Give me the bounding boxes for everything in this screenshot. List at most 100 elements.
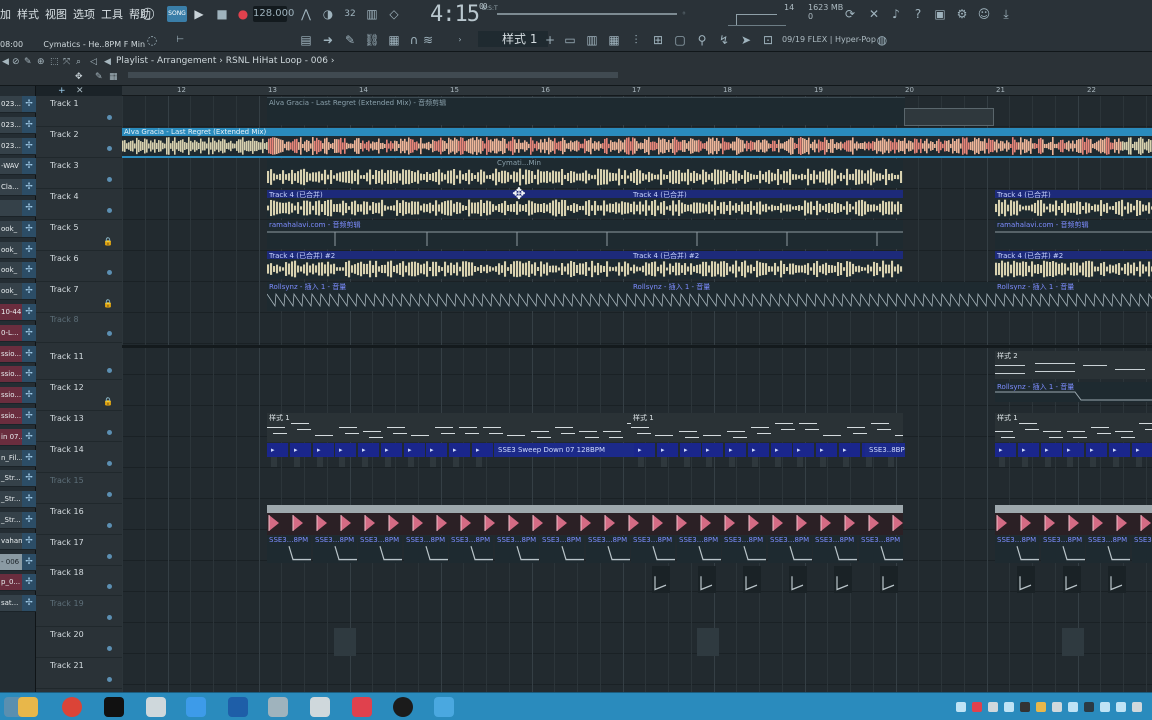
channel-button[interactable]: ssio... ✢	[0, 345, 36, 363]
track18-clip[interactable]	[834, 566, 852, 593]
track-header[interactable]: Track 14	[36, 442, 122, 473]
input-method-icon[interactable]	[1132, 702, 1142, 712]
track18-clip[interactable]	[1108, 566, 1126, 593]
track-enable-led[interactable]	[107, 270, 112, 275]
track6-clip-a-header[interactable]: Track 4 (已合并) #2	[267, 251, 631, 259]
track14-end-clip[interactable]: SSE3..8BPM	[865, 443, 905, 457]
track14-short-clip[interactable]: ▸	[748, 443, 769, 457]
forward-icon[interactable]: ➤	[738, 32, 754, 48]
channel-select-icon[interactable]: ✢	[22, 512, 36, 528]
track16-clip-b[interactable]	[995, 505, 1152, 535]
channel-button[interactable]: p_0... ✢	[0, 574, 36, 592]
channel-button[interactable]: sat... ✢	[0, 595, 36, 613]
channel-select-icon[interactable]: ✢	[22, 220, 36, 237]
track-enable-led[interactable]	[107, 492, 112, 497]
speaker-icon[interactable]: ◀	[104, 57, 111, 67]
track14-short-clip[interactable]: ▸	[771, 443, 792, 457]
track5-automation-clip-b[interactable]: ramahalavi.com - 音频剪辑	[995, 220, 1152, 249]
channel-button[interactable]: 0-L... ✢	[0, 324, 36, 342]
channel-select-icon[interactable]: ✢	[22, 470, 36, 487]
playback-tool-icon[interactable]: ◁	[90, 57, 97, 67]
track-header[interactable]: Track 15	[36, 473, 122, 504]
track18-clip[interactable]	[698, 566, 716, 593]
channel-select-icon[interactable]: ✢	[22, 532, 36, 549]
channel-select-icon[interactable]: ✢	[22, 428, 36, 445]
track17-clip[interactable]: SSE3...8PM	[404, 536, 448, 563]
tray-icon-4[interactable]	[1020, 702, 1030, 712]
track17-clip[interactable]: SSE3...8PM	[1132, 536, 1152, 563]
track13-pattern-clip-b[interactable]: 样式 1	[631, 413, 903, 442]
grid-icon[interactable]: ▦	[109, 72, 118, 82]
track-header[interactable]: Track 18	[36, 565, 122, 596]
timeline-ruler[interactable]: 12 13 14 15 16 17 18 19 20 21 22	[122, 86, 1152, 96]
track14-short-clip[interactable]: ▸	[404, 443, 425, 457]
track-enable-led[interactable]	[107, 584, 112, 589]
record-button[interactable]: ●	[235, 6, 251, 22]
channel-button[interactable]: _Str... ✢	[0, 470, 36, 488]
scroll-left-icon[interactable]: ◀	[2, 57, 9, 67]
channel-button[interactable]: ssio... ✢	[0, 387, 36, 405]
track13-pattern-clip-c[interactable]: 样式 1	[995, 413, 1152, 442]
channel-button[interactable]: - 006 ✢	[0, 553, 36, 571]
zoom-tool-icon[interactable]: ⌕	[76, 57, 81, 67]
track11-pattern-clip[interactable]: 样式 2	[995, 351, 1152, 379]
channel-button[interactable]: vahan... ✢	[0, 532, 36, 550]
slip-tool-icon[interactable]: ⤧	[63, 57, 70, 67]
track4-clip-a-header[interactable]: Track 4 (已合并)	[267, 190, 631, 198]
track16-clip[interactable]	[267, 505, 903, 535]
tray-icon-2[interactable]	[988, 702, 998, 712]
channel-rack-icon[interactable]: ▦	[606, 32, 622, 48]
track17-clip[interactable]: SSE3...8PM	[995, 536, 1039, 563]
channel-select-icon[interactable]: ✢	[22, 96, 36, 112]
song-position-slider[interactable]	[497, 13, 677, 15]
channel-select-icon[interactable]: ✢	[22, 137, 36, 154]
track18-clip[interactable]	[880, 566, 898, 593]
track4-audio-clip[interactable]	[267, 198, 903, 218]
snap-arrow-icon[interactable]: ›	[452, 32, 468, 48]
track-header[interactable]: Track 21	[36, 658, 122, 689]
track-enable-led[interactable]	[107, 677, 112, 682]
track-enable-led[interactable]	[107, 554, 112, 559]
track13-pattern-clip-a[interactable]: 样式 1	[267, 413, 631, 442]
track17-clip[interactable]: SSE3...8PM	[813, 536, 857, 563]
channel-select-icon[interactable]: ✢	[22, 366, 36, 383]
track18-clip[interactable]	[789, 566, 807, 593]
track18-clip[interactable]	[1063, 566, 1081, 593]
track-enable-led[interactable]	[107, 461, 112, 466]
channel-button[interactable]: n_Fil... ✢	[0, 449, 36, 467]
track-header[interactable]: Track 1	[36, 96, 122, 127]
qq-icon[interactable]	[104, 697, 124, 717]
song-pattern-toggle[interactable]: SONG	[167, 6, 187, 22]
track-header[interactable]: Track 6	[36, 251, 122, 282]
netease-music-icon[interactable]	[352, 697, 372, 717]
channel-select-icon[interactable]: ✢	[22, 200, 36, 216]
track-header[interactable]: Track 12 🔒	[36, 380, 122, 411]
channel-button[interactable]: ook_ ✢	[0, 220, 36, 238]
track-header[interactable]: Track 4	[36, 189, 122, 220]
track-enable-led[interactable]	[107, 177, 112, 182]
track17-clip[interactable]: SSE3...8PM	[859, 536, 903, 563]
tempo-display[interactable]: 128.000	[253, 6, 294, 22]
track14-short-clip[interactable]: ▸	[1109, 443, 1130, 457]
track14-short-clip[interactable]: ▸	[335, 443, 356, 457]
channel-button[interactable]: 023... ✢	[0, 96, 36, 113]
chat-icon[interactable]: ☺	[976, 6, 992, 22]
track14-short-clip[interactable]: ▸	[472, 443, 493, 457]
track14-short-clip[interactable]: ▸	[995, 443, 1016, 457]
track14-short-clip[interactable]: ▸	[725, 443, 746, 457]
track12-automation-clip[interactable]: Rollsynz - 插入 1 - 音量	[995, 382, 1152, 402]
fl-studio-icon[interactable]	[434, 697, 454, 717]
track6-clip-b-header[interactable]: Track 4 (已合并) #2	[631, 251, 903, 259]
track-enable-led[interactable]	[107, 368, 112, 373]
brush-tool-icon[interactable]: ✎	[342, 32, 358, 48]
lock-icon[interactable]: 🔒	[103, 397, 113, 406]
channel-select-icon[interactable]: ✢	[22, 179, 36, 196]
track-header[interactable]: Track 19	[36, 596, 122, 627]
channel-select-icon[interactable]: ✢	[22, 304, 36, 320]
track14-short-clip[interactable]: ▸	[1041, 443, 1062, 457]
track17-clip[interactable]: SSE3...8PM	[267, 536, 311, 563]
channel-select-icon[interactable]: ✢	[22, 574, 36, 591]
track-header[interactable]: Track 16	[36, 504, 122, 535]
channel-button[interactable]: ook_ ✢	[0, 241, 36, 259]
add-track-icon[interactable]: +	[58, 86, 66, 96]
